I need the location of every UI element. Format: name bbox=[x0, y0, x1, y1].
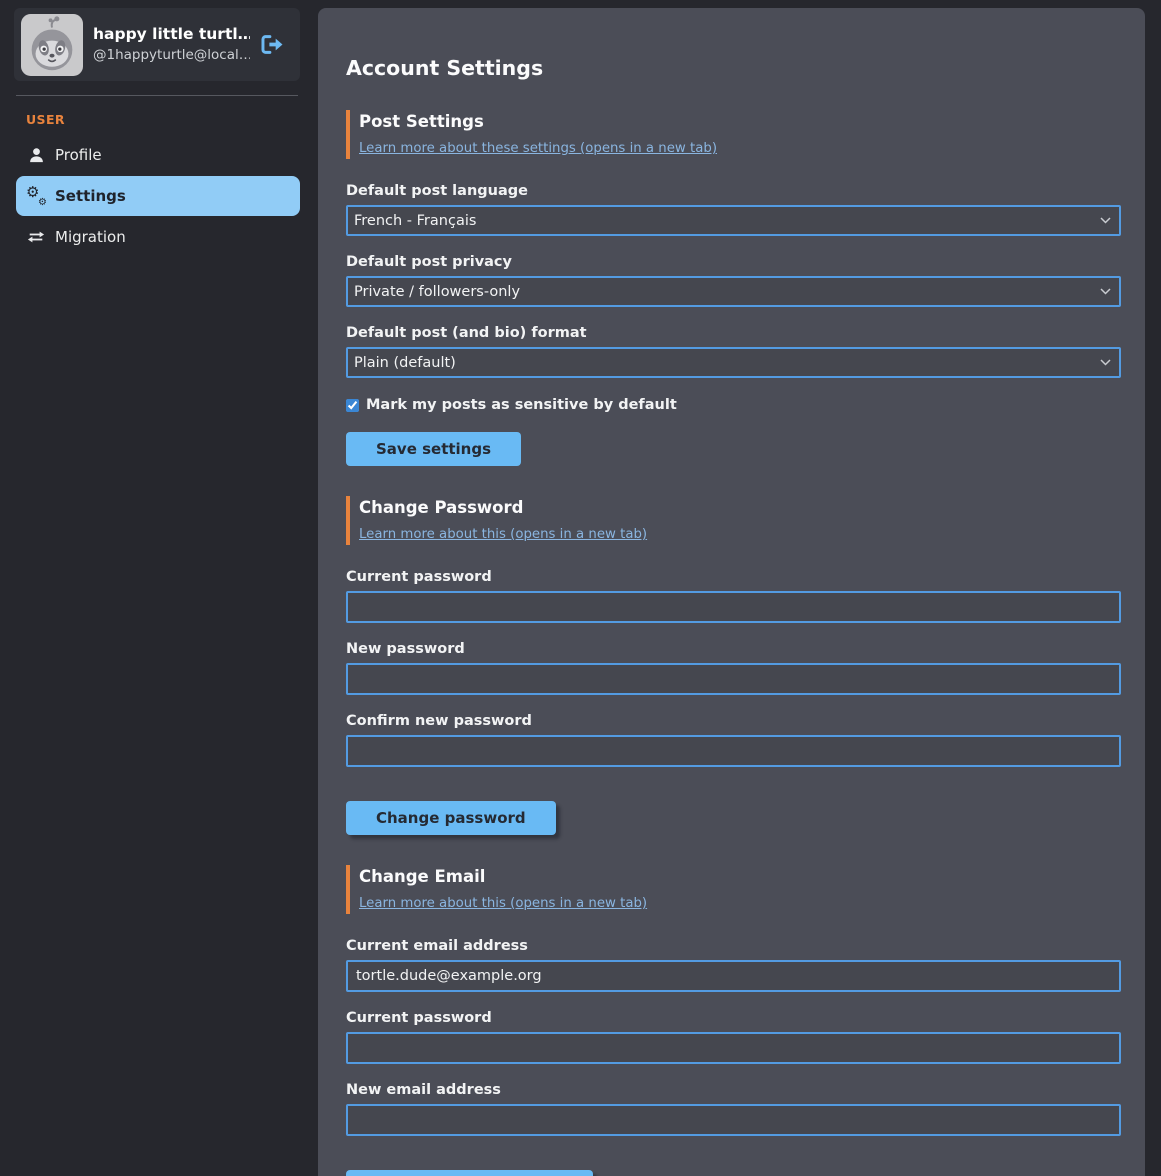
user-display-name: happy little turtl… bbox=[93, 24, 250, 45]
default-post-privacy-group: Default post privacy Private / followers… bbox=[346, 254, 1121, 307]
field-label: New password bbox=[346, 641, 1121, 657]
post-settings-section: Post Settings Learn more about these set… bbox=[346, 110, 1121, 466]
current-email-group: Current email address bbox=[346, 938, 1121, 992]
learn-more-link[interactable]: Learn more about these settings (opens i… bbox=[359, 141, 717, 156]
section-title: Post Settings bbox=[359, 112, 1121, 131]
user-identity: happy little turtl… @1happyturtle@local… bbox=[93, 24, 250, 65]
change-password-section: Change Password Learn more about this (o… bbox=[346, 496, 1121, 835]
email-current-password-group: Current password bbox=[346, 1010, 1121, 1064]
sign-out-icon bbox=[260, 34, 284, 55]
field-label: Default post privacy bbox=[346, 254, 1121, 270]
field-label: New email address bbox=[346, 1082, 1121, 1098]
field-label: Current email address bbox=[346, 938, 1121, 954]
default-post-language-select[interactable]: French - Français bbox=[346, 205, 1121, 236]
email-current-password-input[interactable] bbox=[346, 1032, 1121, 1064]
sidebar-nav: Profile ⚙⚙ Settings Migration bbox=[0, 135, 302, 257]
change-email-button[interactable]: Change email address bbox=[346, 1170, 593, 1176]
confirm-new-password-group: Confirm new password bbox=[346, 713, 1121, 767]
default-post-format-select[interactable]: Plain (default) bbox=[346, 347, 1121, 378]
sidebar-item-label: Migration bbox=[55, 228, 126, 246]
learn-more-link[interactable]: Learn more about this (opens in a new ta… bbox=[359, 896, 647, 911]
change-email-section: Change Email Learn more about this (open… bbox=[346, 865, 1121, 1176]
sidebar: happy little turtl… @1happyturtle@local…… bbox=[0, 0, 302, 258]
account-settings-panel: Account Settings Post Settings Learn mor… bbox=[318, 8, 1145, 1176]
field-label: Confirm new password bbox=[346, 713, 1121, 729]
section-head: Change Email Learn more about this (open… bbox=[346, 865, 1121, 914]
field-label: Current password bbox=[346, 569, 1121, 585]
section-title: Change Password bbox=[359, 498, 1121, 517]
sidebar-item-profile[interactable]: Profile bbox=[16, 135, 300, 175]
default-post-format-group: Default post (and bio) format Plain (def… bbox=[346, 325, 1121, 378]
new-email-group: New email address bbox=[346, 1082, 1121, 1136]
transfer-icon bbox=[26, 230, 46, 244]
sloth-avatar-icon bbox=[21, 14, 83, 76]
user-handle: @1happyturtle@local… bbox=[93, 45, 250, 65]
current-email-input[interactable] bbox=[346, 960, 1121, 992]
current-password-input[interactable] bbox=[346, 591, 1121, 623]
save-settings-button[interactable]: Save settings bbox=[346, 432, 521, 466]
section-head: Change Password Learn more about this (o… bbox=[346, 496, 1121, 545]
confirm-new-password-input[interactable] bbox=[346, 735, 1121, 767]
sidebar-item-label: Settings bbox=[55, 187, 126, 205]
section-title: Change Email bbox=[359, 867, 1121, 886]
current-password-group: Current password bbox=[346, 569, 1121, 623]
page-title: Account Settings bbox=[346, 56, 1121, 80]
field-label: Current password bbox=[346, 1010, 1121, 1026]
page: happy little turtl… @1happyturtle@local…… bbox=[0, 0, 1161, 1176]
learn-more-link[interactable]: Learn more about this (opens in a new ta… bbox=[359, 527, 647, 542]
user-card: happy little turtl… @1happyturtle@local… bbox=[14, 8, 300, 81]
new-password-input[interactable] bbox=[346, 663, 1121, 695]
field-label: Default post language bbox=[346, 183, 1121, 199]
sensitive-default-checkbox[interactable] bbox=[346, 399, 359, 412]
gears-icon: ⚙⚙ bbox=[26, 187, 46, 205]
new-password-group: New password bbox=[346, 641, 1121, 695]
sidebar-item-migration[interactable]: Migration bbox=[16, 217, 300, 257]
section-head: Post Settings Learn more about these set… bbox=[346, 110, 1121, 159]
avatar bbox=[21, 14, 83, 76]
field-label: Default post (and bio) format bbox=[346, 325, 1121, 341]
user-icon bbox=[26, 147, 46, 163]
new-email-input[interactable] bbox=[346, 1104, 1121, 1136]
change-password-button[interactable]: Change password bbox=[346, 801, 556, 835]
default-post-privacy-select[interactable]: Private / followers-only bbox=[346, 276, 1121, 307]
sidebar-divider bbox=[16, 95, 298, 96]
logout-button[interactable] bbox=[258, 31, 286, 59]
checkbox-label: Mark my posts as sensitive by default bbox=[366, 397, 677, 413]
sidebar-item-settings[interactable]: ⚙⚙ Settings bbox=[16, 176, 300, 216]
sensitive-default-row: Mark my posts as sensitive by default bbox=[346, 397, 1121, 413]
default-post-language-group: Default post language French - Français bbox=[346, 183, 1121, 236]
sidebar-item-label: Profile bbox=[55, 146, 102, 164]
nav-section-label: USER bbox=[26, 112, 302, 127]
